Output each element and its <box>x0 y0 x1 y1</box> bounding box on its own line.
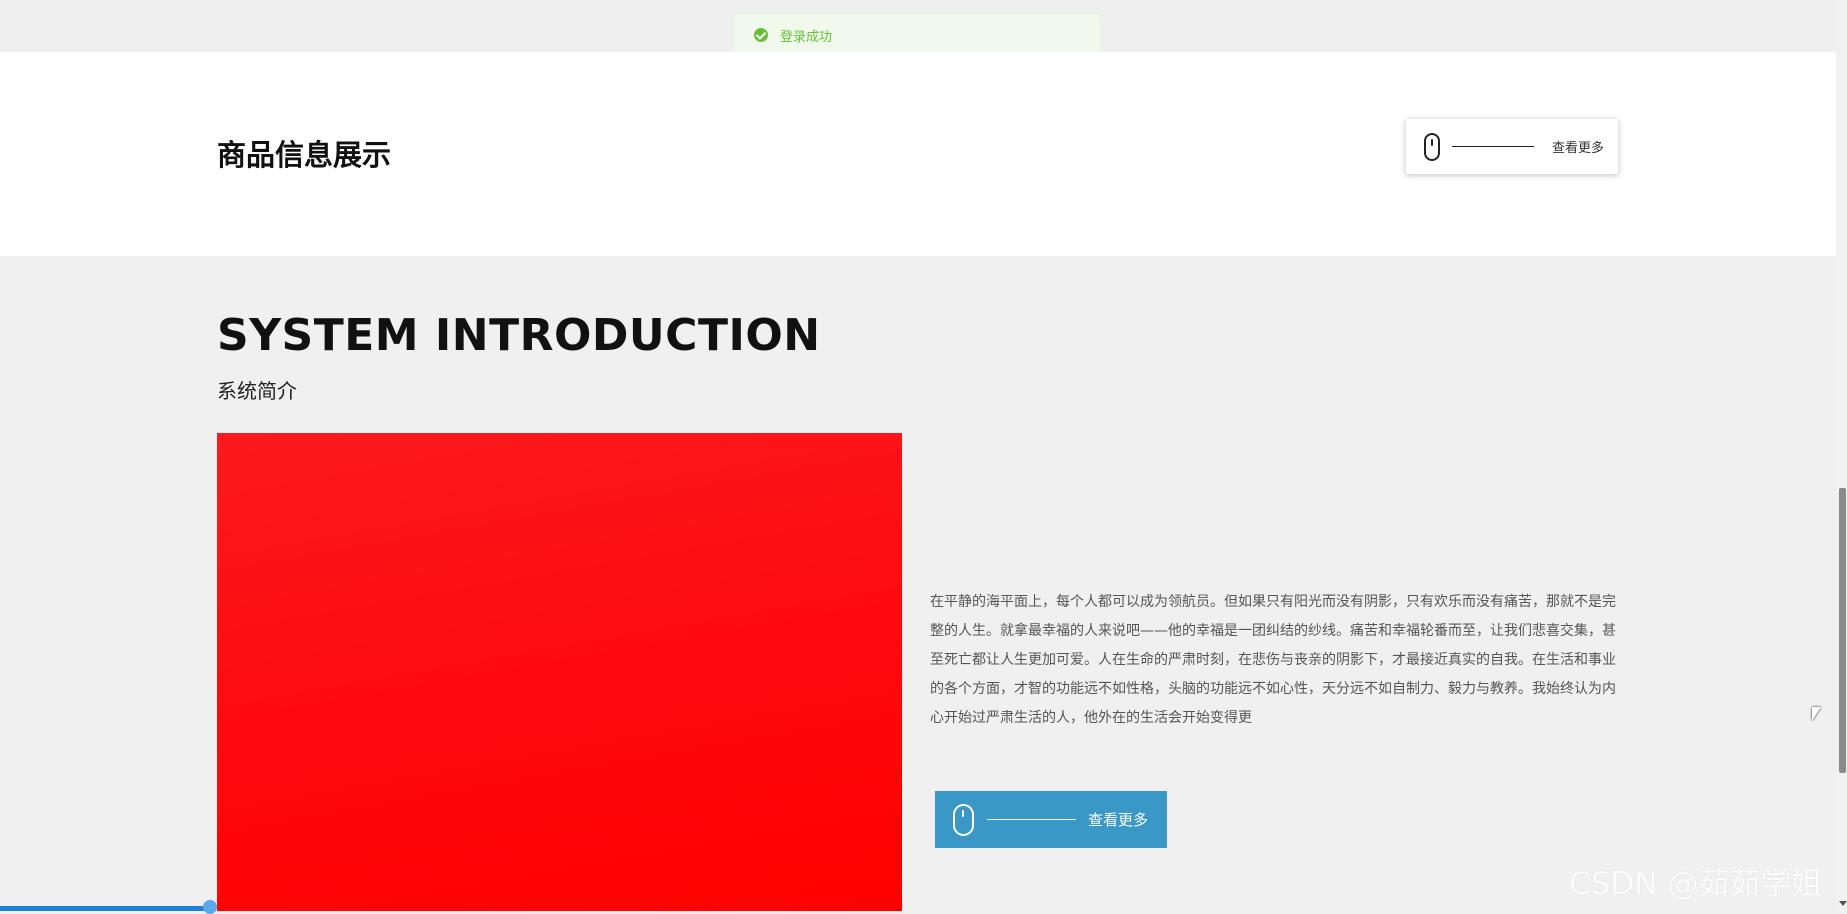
mouse-icon <box>953 803 974 836</box>
toast-message: 登录成功 <box>780 29 833 45</box>
success-check-icon <box>754 28 768 42</box>
view-more-label: 查看更多 <box>1088 811 1149 829</box>
intro-subtitle: 系统简介 <box>217 379 297 403</box>
intro-view-more-button[interactable]: 查看更多 <box>935 791 1167 848</box>
bottom-progress-bar <box>0 906 210 911</box>
scrollbar[interactable] <box>1836 0 1847 911</box>
intro-paragraph: 在平静的海平面上，每个人都可以成为领航员。但如果只有阳光而没有阴影，只有欢乐而没… <box>930 594 1616 726</box>
view-more-label: 查看更多 <box>1552 141 1605 156</box>
login-success-toast: 登录成功 <box>733 13 1101 57</box>
mouse-icon <box>1424 132 1440 161</box>
scroll-down-arrow-icon[interactable] <box>1839 901 1847 906</box>
products-title: 商品信息展示 <box>217 138 392 172</box>
divider-line <box>1452 146 1534 147</box>
intro-title: SYSTEM INTRODUCTION <box>217 310 821 361</box>
watermark: CSDN @茹茹学姐 <box>1569 866 1823 902</box>
products-view-more-button[interactable]: 查看更多 <box>1406 119 1618 174</box>
divider-line <box>987 819 1076 820</box>
mouse-cursor-icon <box>1812 707 1821 721</box>
bottom-progress-handle <box>203 900 217 914</box>
scrollbar-thumb[interactable] <box>1839 488 1846 773</box>
intro-image <box>217 433 902 911</box>
